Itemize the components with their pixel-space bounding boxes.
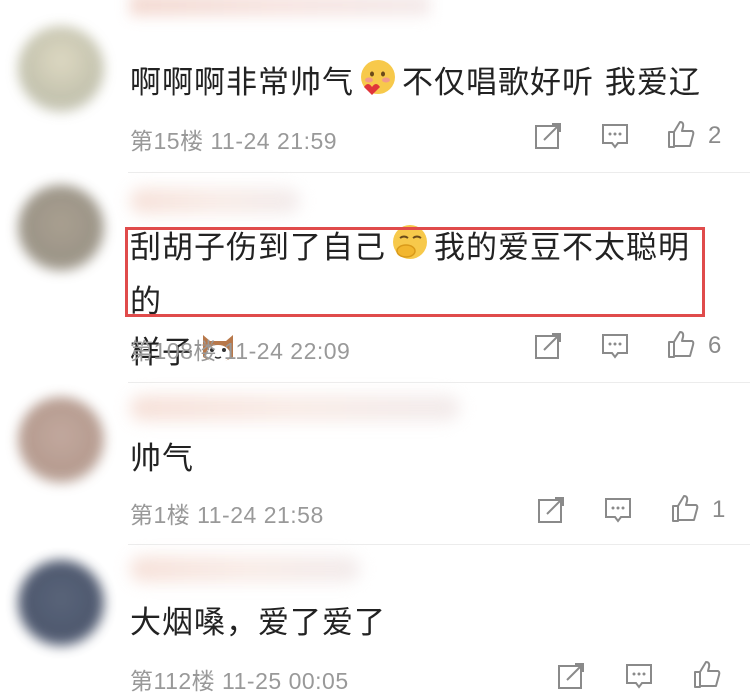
username-blurred (130, 188, 300, 214)
avatar[interactable] (18, 560, 104, 646)
share-icon[interactable] (536, 495, 566, 525)
comment-icon[interactable] (624, 661, 654, 691)
highlight-box (125, 227, 705, 317)
avatar[interactable] (18, 397, 104, 483)
divider (128, 382, 750, 383)
like-icon[interactable] (666, 329, 696, 359)
love-face-emoji (358, 57, 398, 112)
divider (128, 172, 750, 173)
comment-text: 帅气 (130, 441, 194, 477)
floor-timestamp: 第15楼 11-24 21:59 (130, 128, 338, 154)
comment-text: 大烟嗓，爱了爱了 (130, 605, 386, 641)
comment-text: 啊啊啊非常帅气 不仅唱歌好听 我爱辽 (130, 57, 710, 112)
avatar[interactable] (18, 185, 104, 271)
like-icon[interactable] (670, 493, 700, 523)
comment-icon[interactable] (603, 495, 633, 525)
comment-icon[interactable] (600, 331, 630, 361)
share-icon[interactable] (556, 661, 586, 691)
like-icon[interactable] (692, 659, 722, 689)
username-blurred (130, 556, 360, 582)
floor-timestamp: 第108楼 11-24 22:09 (130, 338, 351, 364)
avatar[interactable] (18, 26, 104, 112)
username-blurred (130, 395, 460, 421)
divider (128, 544, 750, 545)
username-blurred (130, 0, 430, 16)
like-icon[interactable] (666, 119, 696, 149)
share-icon[interactable] (533, 331, 563, 361)
floor-timestamp: 第112楼 11-25 00:05 (130, 668, 349, 694)
like-count: 6 (708, 332, 722, 359)
like-count: 2 (708, 122, 722, 149)
comment-icon[interactable] (600, 121, 630, 151)
share-icon[interactable] (533, 121, 563, 151)
like-count: 1 (712, 496, 726, 523)
floor-timestamp: 第1楼 11-24 21:58 (130, 502, 324, 528)
